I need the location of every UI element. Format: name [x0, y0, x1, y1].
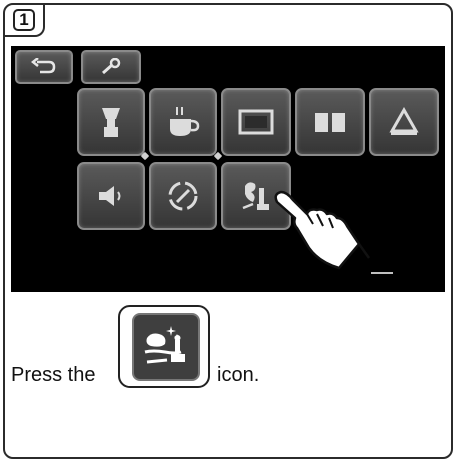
cleaning-icon — [389, 107, 419, 135]
device-screen — [11, 46, 445, 292]
display-screen-icon — [238, 109, 274, 135]
speaker-icon — [99, 186, 121, 206]
grinder-button[interactable] — [77, 88, 145, 156]
instruction-text-before: Press the — [11, 363, 96, 386]
back-arrow-icon — [31, 58, 56, 74]
beverage-button[interactable] — [149, 88, 217, 156]
coffee-grinder-icon — [102, 108, 120, 137]
instruction-page: 1 Press the icon. — [0, 0, 456, 462]
display-button[interactable] — [221, 88, 291, 156]
wrench-icon — [102, 58, 121, 75]
milk-cleaning-icon — [132, 313, 200, 381]
milk-cleaning-icon — [242, 182, 269, 210]
pointing-hand-icon — [274, 190, 371, 270]
cup-steam-icon — [170, 107, 200, 136]
cleaning-button[interactable] — [369, 88, 439, 156]
step-number: 1 — [13, 9, 35, 31]
separator-dot — [140, 151, 150, 161]
step-badge: 1 — [5, 5, 45, 37]
book-icon — [315, 113, 345, 132]
separator-dot — [213, 151, 223, 161]
descale-button[interactable] — [149, 162, 217, 230]
settings-button[interactable] — [81, 50, 141, 84]
manual-button[interactable] — [295, 88, 365, 156]
instruction-icon-frame — [118, 305, 210, 388]
instruction-text-after: icon. — [217, 363, 260, 386]
descale-cycle-icon — [168, 181, 198, 211]
back-button[interactable] — [15, 50, 73, 84]
sound-button[interactable] — [77, 162, 145, 230]
screen-indicator — [371, 272, 393, 274]
